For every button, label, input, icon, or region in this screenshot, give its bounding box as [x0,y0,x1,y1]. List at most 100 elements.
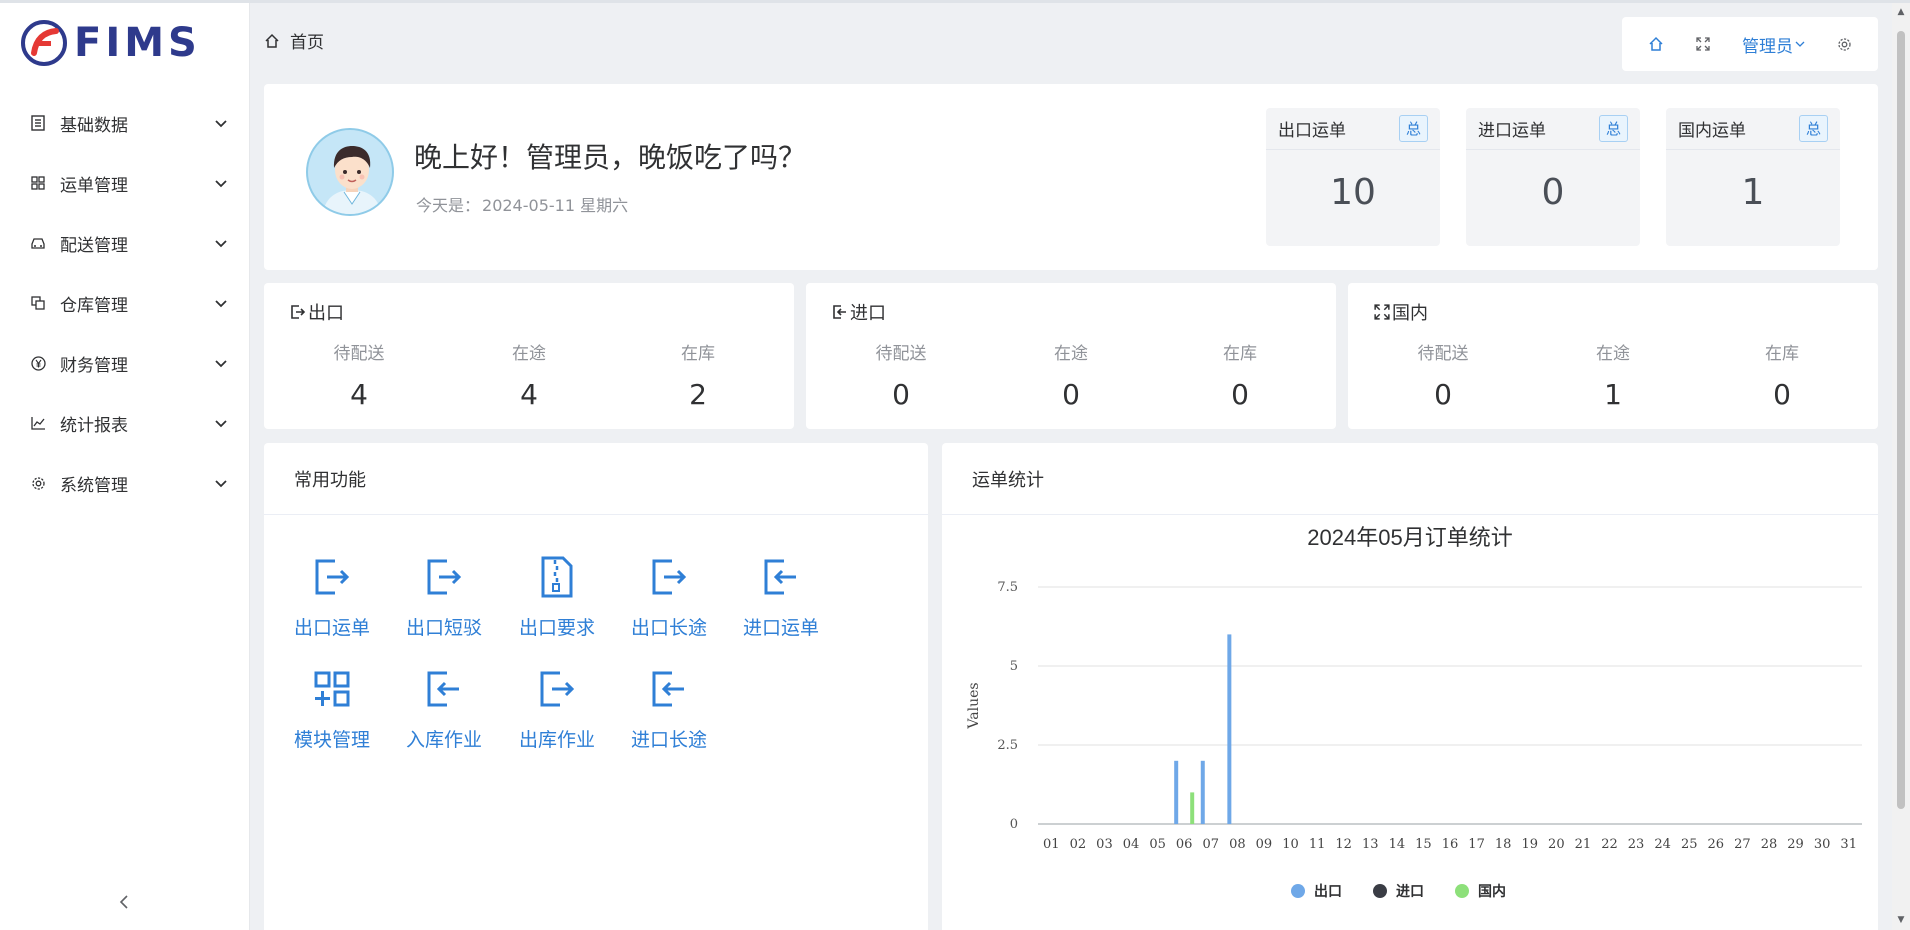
status-col-pending[interactable]: 待配送 4 [299,339,419,411]
x-tick-label: 21 [1575,837,1592,852]
domestic-status-panel: 国内 待配送 0 在途 1 在库 0 [1348,283,1878,429]
waybill-stats-panel: 运单统计 2024年05月订单统计 0 2.5 5 7.5 Values 01 02 03 04 0… [942,443,1878,930]
export-icon [315,559,350,595]
import-waybill-card[interactable]: 进口运单 总 0 [1466,108,1640,246]
sidebar-item-label: 基础数据 [60,115,128,136]
sidebar-item-system[interactable]: 系统管理 [0,453,250,513]
function-label: 出库作业 [518,729,595,751]
status-col-in-stock[interactable]: 在库 2 [638,339,758,411]
sidebar-item-finance[interactable]: 财务管理 [0,333,250,393]
import-icon [833,305,846,319]
export-waybill-card[interactable]: 出口运单 总 10 [1266,108,1440,246]
status-col-in-stock[interactable]: 在库 0 [1180,339,1300,411]
function-outbound[interactable]: 出库作业 [509,667,605,752]
user-menu-dropdown[interactable]: 管理员 [1742,32,1805,57]
x-tick-label: 08 [1229,837,1246,852]
greeting-text: 晚上好！管理员，晚饭吃了吗？ [414,141,807,174]
legend-marker [1373,884,1387,898]
sidebar-collapse-button[interactable] [114,893,134,913]
status-value: 4 [350,378,368,411]
status-value: 0 [892,378,910,411]
scroll-down-arrow-icon[interactable]: ▼ [1896,915,1906,925]
today-date: 今天是： 2024-05-11 星期六 [414,192,628,216]
card-title: 进口运单 [1478,121,1546,141]
settings-button[interactable] [1837,37,1852,52]
legend-label: 进口 [1396,883,1424,899]
home-button[interactable] [1648,36,1664,52]
app-logo[interactable]: FIMS [20,17,201,69]
copy-icon [30,295,46,311]
x-tick-label: 26 [1708,837,1725,852]
card-value: 0 [1541,172,1565,213]
domestic-waybill-card[interactable]: 国内运单 总 1 [1666,108,1840,246]
fullscreen-button[interactable] [1696,37,1710,51]
status-col-in-stock[interactable]: 在库 0 [1722,339,1842,411]
function-export-requirements[interactable]: 出口要求 [509,555,605,640]
function-export-shuttle[interactable]: 出口短驳 [396,555,492,640]
avatar [306,128,394,216]
sidebar-item-warehouse[interactable]: 仓库管理 [0,273,250,333]
status-col-in-transit[interactable]: 在途 1 [1553,339,1673,411]
gear-icon [1838,37,1851,51]
function-inbound[interactable]: 入库作业 [396,667,492,752]
x-tick-label: 27 [1734,837,1751,852]
bar-08-0 [1227,634,1232,824]
function-export-waybill[interactable]: 出口运单 [284,555,380,640]
yen-icon [30,355,46,371]
x-tick-label: 17 [1468,837,1485,852]
sidebar-item-delivery[interactable]: 配送管理 [0,213,250,273]
card-header: 出口运单 总 [1266,108,1440,150]
function-label: 进口运单 [742,617,819,639]
status-value: 1 [1604,378,1622,411]
status-col-in-transit[interactable]: 在途 4 [469,339,589,411]
card-title: 出口运单 [1278,121,1346,141]
sidebar-item-reports[interactable]: 统计报表 [0,393,250,453]
window-top-border [0,0,1910,3]
legend-marker [1455,884,1469,898]
x-tick-label: 19 [1521,837,1538,852]
status-label: 待配送 [333,344,385,364]
y-tick-label: 0 [1010,817,1018,832]
panel-title: 国内 [1374,299,1428,325]
user-menu-label: 管理员 [1742,36,1793,57]
function-import-long-haul[interactable]: 进口长途 [621,667,717,752]
status-value: 0 [1773,378,1791,411]
x-tick-label: 13 [1362,837,1379,852]
x-tick-label: 09 [1256,837,1273,852]
x-tick-label: 23 [1628,837,1645,852]
card-header: 国内运单 总 [1666,108,1840,150]
panel-title: 进口 [832,299,886,325]
function-import-waybill[interactable]: 进口运单 [733,555,829,640]
function-label: 出口要求 [518,617,595,639]
x-tick-label: 04 [1123,837,1140,852]
x-tick-label: 24 [1654,837,1671,852]
y-tick-label: 5 [1010,659,1018,674]
function-export-long-haul[interactable]: 出口长途 [621,555,717,640]
legend-marker [1291,884,1305,898]
x-tick-label: 18 [1495,837,1512,852]
sidebar-item-label: 配送管理 [60,235,128,256]
chevron-down-icon [215,180,227,188]
x-tick-label: 28 [1761,837,1778,852]
x-tick-label: 07 [1203,837,1220,852]
chevron-down-icon [215,120,227,128]
sidebar-item-waybill[interactable]: 运单管理 [0,153,250,213]
list-icon [30,115,46,131]
status-col-pending[interactable]: 待配送 0 [1383,339,1503,411]
export-icon [427,559,462,595]
breadcrumb-home[interactable]: 首页 [290,28,324,53]
function-module-management[interactable]: 模块管理 [284,667,380,752]
sidebar-nav: 基础数据 运单管理 配送管理 仓库管理 财务管理 统计报表 系统管理 [0,93,250,513]
function-label: 进口长途 [630,729,707,751]
welcome-panel: 晚上好！管理员，晚饭吃了吗？ 今天是： 2024-05-11 星期六 出口运单 总… [264,84,1878,270]
status-col-in-transit[interactable]: 在途 0 [1011,339,1131,411]
status-col-pending[interactable]: 待配送 0 [841,339,961,411]
scroll-up-arrow-icon[interactable]: ▲ [1896,7,1906,17]
sidebar-item-label: 运单管理 [60,175,128,196]
scrollbar-thumb[interactable] [1897,31,1905,809]
page-scrollbar[interactable]: ▲ ▼ [1892,3,1910,930]
sidebar-item-basic-data[interactable]: 基础数据 [0,93,250,153]
bar-07-0 [1200,760,1205,824]
home-icon [1649,36,1663,51]
x-tick-label: 06 [1176,837,1193,852]
